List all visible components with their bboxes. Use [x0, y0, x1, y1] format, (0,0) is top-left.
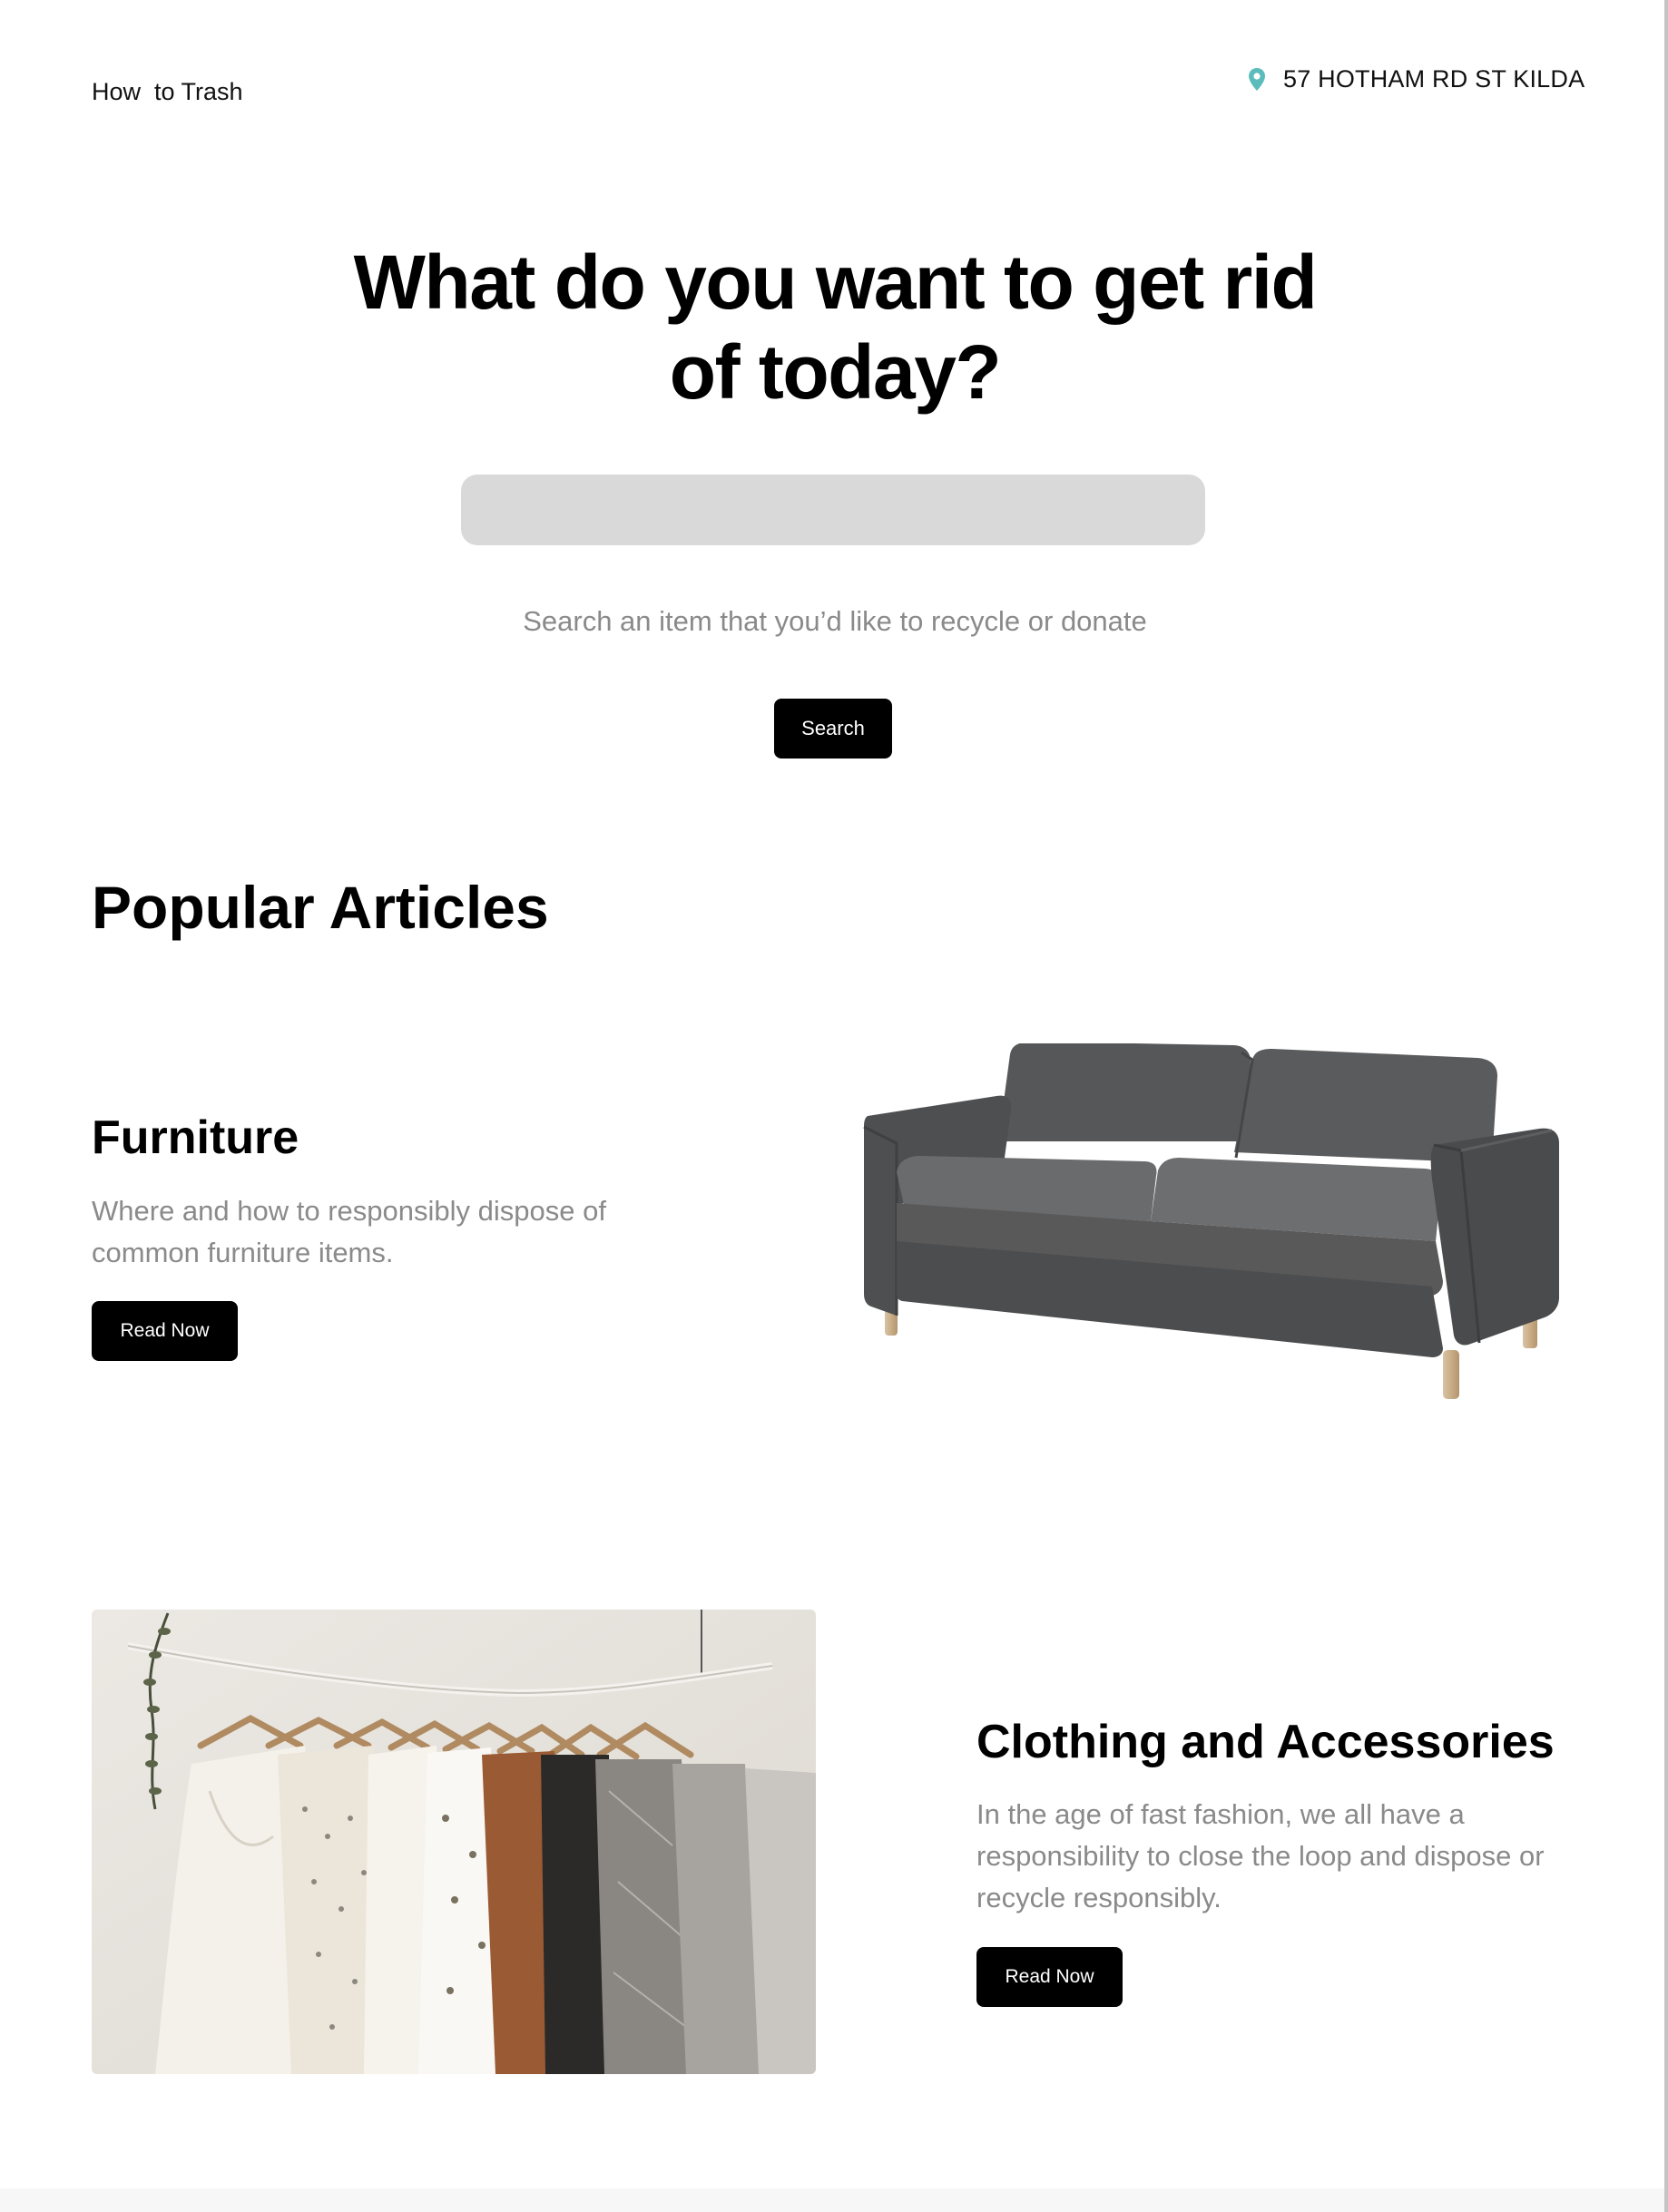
search-button[interactable]: Search	[774, 699, 892, 759]
grey-sofa-image	[863, 1043, 1559, 1399]
hero-title-line1: What do you want to get rid	[353, 240, 1318, 325]
article-title-furniture: Furniture	[92, 1111, 299, 1164]
article-description-clothing: In the age of fast fashion, we all have …	[976, 1798, 1545, 1913]
read-now-button-furniture[interactable]: Read Now	[92, 1301, 238, 1361]
hero-title-line2: of today?	[669, 329, 1002, 415]
page-footer-strip	[0, 2188, 1664, 2212]
hero-title: What do you want to get rid of today?	[309, 238, 1361, 417]
location-indicator[interactable]: 57 HOTHAM RD ST KILDA	[1247, 65, 1585, 93]
read-now-button-clothing[interactable]: Read Now	[976, 1947, 1123, 2007]
search-input[interactable]	[461, 475, 1205, 545]
article-title-clothing: Clothing and Accessories	[976, 1716, 1555, 1768]
location-address: 57 HOTHAM RD ST KILDA	[1283, 65, 1585, 93]
site-logo-text[interactable]: How to Trash	[92, 78, 243, 106]
location-pin-icon	[1249, 67, 1265, 91]
popular-articles-heading: Popular Articles	[92, 874, 549, 941]
article-description-furniture: Where and how to responsibly dispose of …	[92, 1195, 606, 1268]
window-edge	[1664, 0, 1668, 2212]
clothes-rack-image	[92, 1610, 816, 2074]
search-hint: Search an item that you’d like to recycl…	[523, 605, 1147, 637]
